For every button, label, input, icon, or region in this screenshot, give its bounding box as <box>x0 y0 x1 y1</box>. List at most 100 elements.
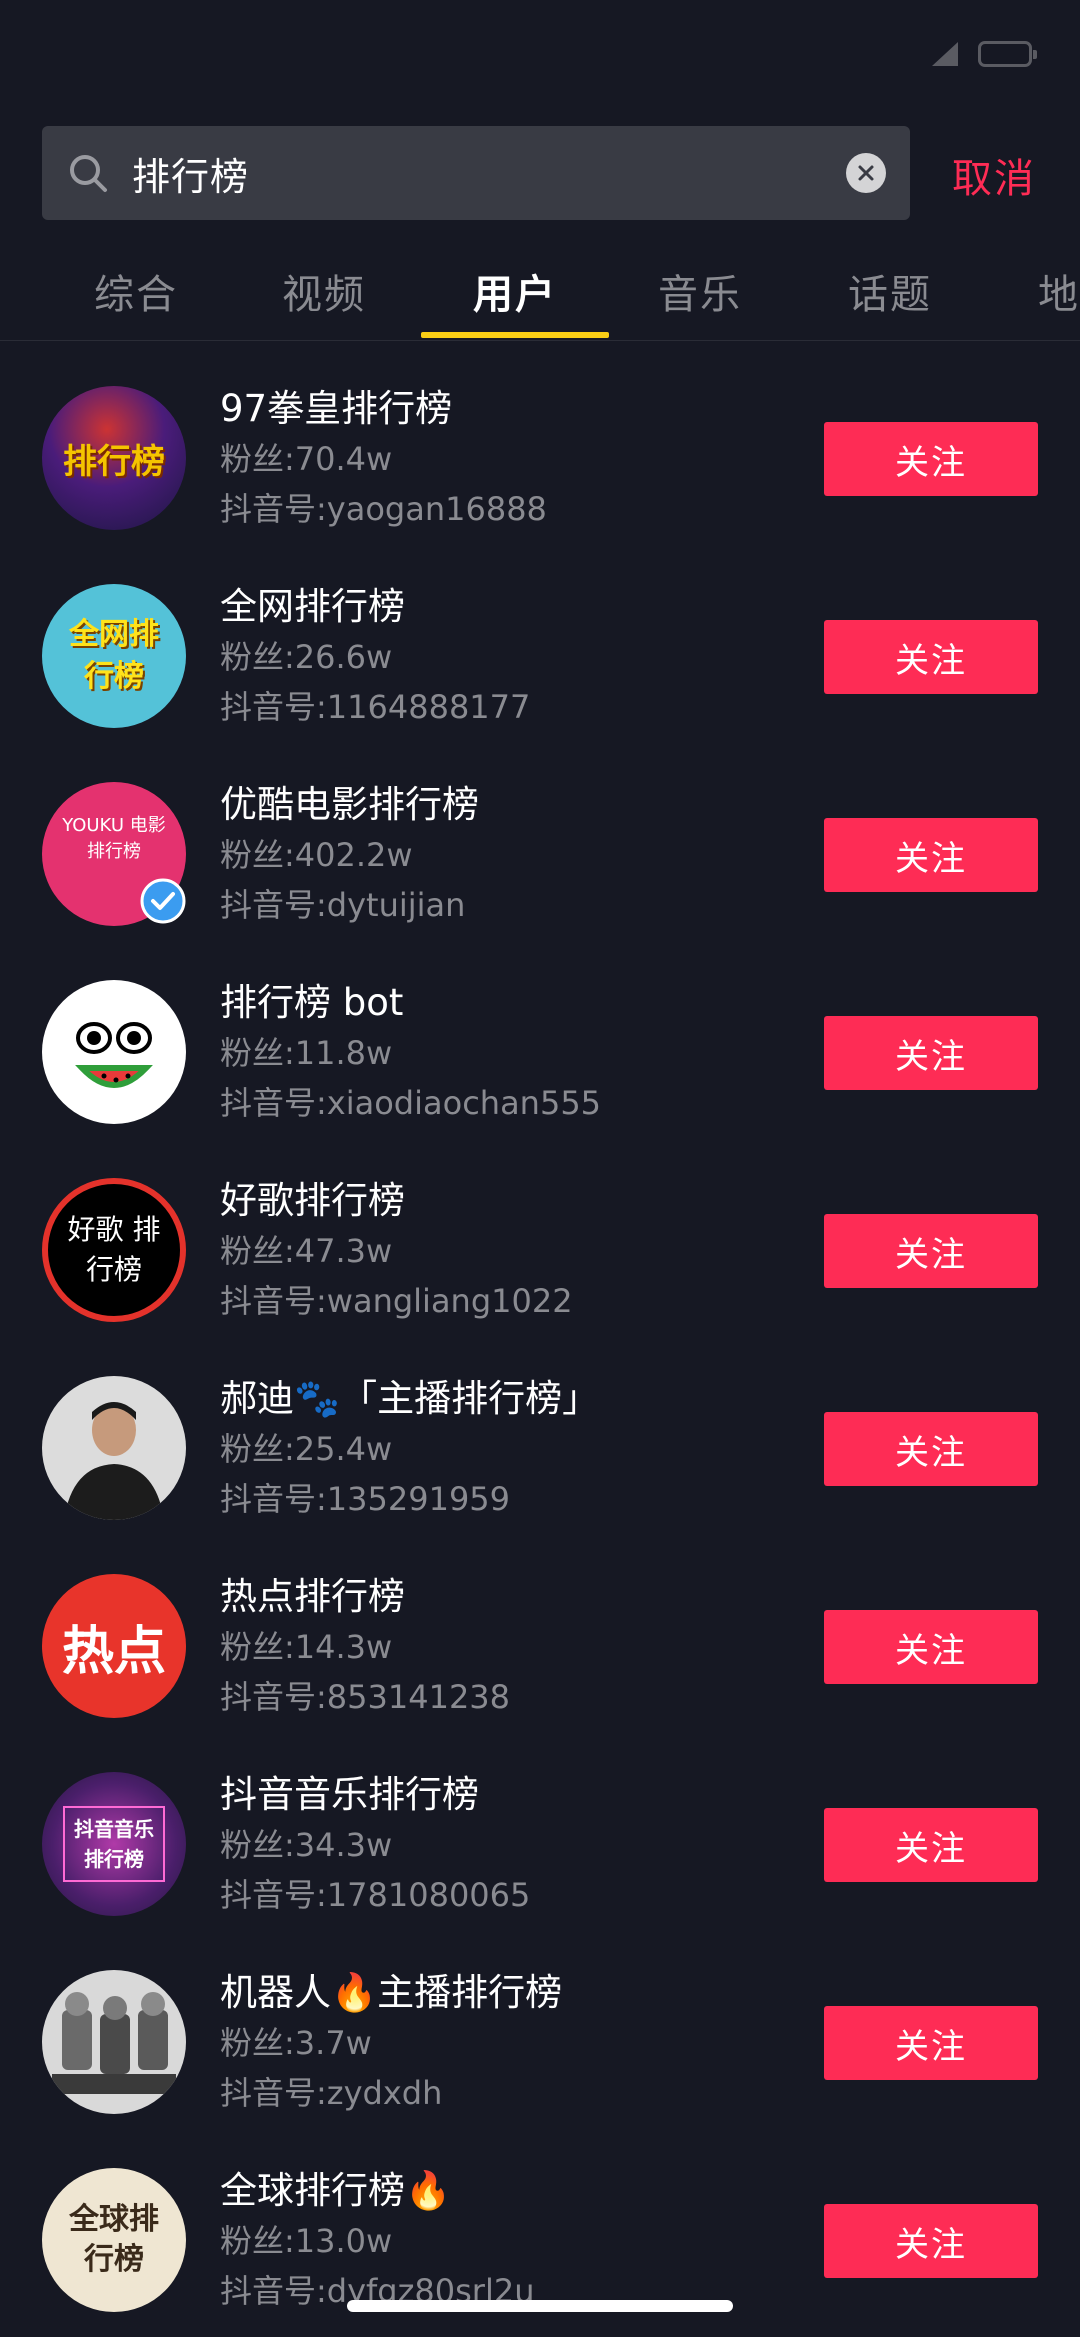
avatar[interactable]: 排行榜 <box>42 386 186 530</box>
user-info: 优酷电影排行榜 粉丝:402.2w 抖音号:dytuijian <box>220 780 479 930</box>
follow-button[interactable]: 关注 <box>824 1016 1038 1090</box>
user-name: 全网排行榜 <box>220 585 405 628</box>
avatar-text: 全球排行榜 <box>69 2202 159 2277</box>
tab-music[interactable]: 音乐 <box>606 262 794 320</box>
user-info: 全球排行榜🔥 粉丝:13.0w 抖音号:dyfgz80srl2u <box>220 2166 535 2316</box>
user-id: 抖音号:zydxdh <box>220 2074 443 2112</box>
avatar[interactable]: 全球排行榜 <box>42 2168 186 2312</box>
user-name: 97拳皇排行榜 <box>220 387 453 430</box>
user-info: 全网排行榜 粉丝:26.6w 抖音号:1164888177 <box>220 582 530 732</box>
tab-topics[interactable]: 话题 <box>796 262 984 320</box>
search-query[interactable]: 排行榜 <box>132 146 846 201</box>
follow-button[interactable]: 关注 <box>824 1214 1038 1288</box>
status-bar <box>0 0 1080 115</box>
signal-icon <box>932 42 958 66</box>
user-id: 抖音号:wangliang1022 <box>220 1282 573 1320</box>
avatar-text: 全网排行榜 <box>69 617 159 694</box>
user-info: 热点排行榜 粉丝:14.3w 抖音号:853141238 <box>220 1572 510 1722</box>
search-input[interactable]: 排行榜 <box>42 126 910 220</box>
search-results-page: 排行榜 取消 综合 视频 用户 音乐 话题 地 排行榜 97拳皇排行榜 粉丝:7… <box>0 0 1080 2337</box>
user-name: 排行榜 bot <box>220 981 404 1024</box>
user-fans: 粉丝:26.6w <box>220 638 393 676</box>
user-name: 郝迪🐾「主播排行榜」 <box>220 1377 600 1420</box>
watermelon-face-icon <box>75 1022 153 1088</box>
avatar[interactable]: 好歌 排行榜 <box>42 1178 186 1322</box>
user-fans: 粉丝:13.0w <box>220 2222 393 2260</box>
tab-users[interactable]: 用户 <box>421 262 609 320</box>
follow-button[interactable]: 关注 <box>824 1808 1038 1882</box>
user-fans: 粉丝:25.4w <box>220 1430 393 1468</box>
user-info: 机器人🔥主播排行榜 粉丝:3.7w 抖音号:zydxdh <box>220 1968 562 2118</box>
user-name: 机器人🔥主播排行榜 <box>220 1971 563 2014</box>
person-photo-icon <box>64 1402 164 1520</box>
user-id: 抖音号:1164888177 <box>220 688 531 726</box>
avatar[interactable]: 热点 <box>42 1574 186 1718</box>
status-icons <box>930 40 1037 68</box>
list-item[interactable]: 机器人🔥主播排行榜 粉丝:3.7w 抖音号:zydxdh 关注 <box>0 1924 1080 2122</box>
list-item[interactable]: 排行榜 97拳皇排行榜 粉丝:70.4w 抖音号:yaogan16888 关注 <box>0 340 1080 538</box>
list-item[interactable]: 热点 热点排行榜 粉丝:14.3w 抖音号:853141238 关注 <box>0 1528 1080 1726</box>
follow-button[interactable]: 关注 <box>824 422 1038 496</box>
avatar-text: 排行榜 <box>63 441 165 482</box>
list-item[interactable]: 郝迪🐾「主播排行榜」 粉丝:25.4w 抖音号:135291959 关注 <box>0 1330 1080 1528</box>
battery-icon <box>978 41 1037 67</box>
avatar-text: YOUKU 电影排行榜 <box>62 815 166 862</box>
user-id: 抖音号:xiaodiaochan555 <box>220 1084 602 1122</box>
follow-button[interactable]: 关注 <box>824 2006 1038 2080</box>
user-fans: 粉丝:3.7w <box>220 2024 372 2062</box>
user-results-list: 排行榜 97拳皇排行榜 粉丝:70.4w 抖音号:yaogan16888 关注 … <box>0 340 1080 2320</box>
user-info: 97拳皇排行榜 粉丝:70.4w 抖音号:yaogan16888 <box>220 384 547 534</box>
user-id: 抖音号:yaogan16888 <box>220 490 547 528</box>
list-item[interactable]: 排行榜 bot 粉丝:11.8w 抖音号:xiaodiaochan555 关注 <box>0 934 1080 1132</box>
home-indicator[interactable] <box>347 2300 733 2312</box>
avatar[interactable]: 抖音音乐 排行榜 <box>42 1772 186 1916</box>
cancel-button[interactable]: 取消 <box>952 146 1036 204</box>
user-id: 抖音号:853141238 <box>220 1678 511 1716</box>
list-item[interactable]: 全球排行榜 全球排行榜🔥 粉丝:13.0w 抖音号:dyfgz80srl2u 关… <box>0 2122 1080 2320</box>
user-fans: 粉丝:402.2w <box>220 836 413 874</box>
active-tab-indicator <box>421 332 609 338</box>
user-fans: 粉丝:14.3w <box>220 1628 393 1666</box>
follow-button[interactable]: 关注 <box>824 620 1038 694</box>
user-name: 全球排行榜🔥 <box>220 2169 452 2212</box>
user-name: 热点排行榜 <box>220 1575 405 1618</box>
search-icon <box>70 155 107 192</box>
list-item[interactable]: 抖音音乐 排行榜 抖音音乐排行榜 粉丝:34.3w 抖音号:1781080065… <box>0 1726 1080 1924</box>
avatar[interactable]: YOUKU 电影排行榜 <box>42 782 186 926</box>
user-fans: 粉丝:34.3w <box>220 1826 393 1864</box>
user-info: 抖音音乐排行榜 粉丝:34.3w 抖音号:1781080065 <box>220 1770 530 1920</box>
avatar[interactable] <box>42 1376 186 1520</box>
tab-videos[interactable]: 视频 <box>230 262 418 320</box>
user-info: 好歌排行榜 粉丝:47.3w 抖音号:wangliang1022 <box>220 1176 573 1326</box>
list-item[interactable]: 好歌 排行榜 好歌排行榜 粉丝:47.3w 抖音号:wangliang1022 … <box>0 1132 1080 1330</box>
user-fans: 粉丝:70.4w <box>220 440 393 478</box>
user-name: 抖音音乐排行榜 <box>220 1773 479 1816</box>
tab-comprehensive[interactable]: 综合 <box>42 262 230 320</box>
list-item[interactable]: 全网排行榜 全网排行榜 粉丝:26.6w 抖音号:1164888177 关注 <box>0 538 1080 736</box>
user-name: 优酷电影排行榜 <box>220 783 479 826</box>
tab-places[interactable]: 地 <box>986 262 1080 320</box>
avatar-text: 抖音音乐 排行榜 <box>63 1806 165 1882</box>
user-id: 抖音号:1781080065 <box>220 1876 531 1914</box>
user-fans: 粉丝:11.8w <box>220 1034 393 1072</box>
user-id: 抖音号:135291959 <box>220 1480 511 1518</box>
follow-button[interactable]: 关注 <box>824 1610 1038 1684</box>
category-tabs: 综合 视频 用户 音乐 话题 地 <box>0 240 1080 341</box>
user-info: 排行榜 bot 粉丝:11.8w 抖音号:xiaodiaochan555 <box>220 978 601 1128</box>
user-fans: 粉丝:47.3w <box>220 1232 393 1270</box>
user-id: 抖音号:dytuijian <box>220 886 466 924</box>
user-info: 郝迪🐾「主播排行榜」 粉丝:25.4w 抖音号:135291959 <box>220 1374 599 1524</box>
avatar-text: 热点 <box>61 1621 166 1682</box>
follow-button[interactable]: 关注 <box>824 1412 1038 1486</box>
avatar[interactable] <box>42 1970 186 2114</box>
avatar-text: 好歌 排行榜 <box>67 1213 161 1286</box>
avatar[interactable]: 全网排行榜 <box>42 584 186 728</box>
follow-button[interactable]: 关注 <box>824 2204 1038 2278</box>
verified-badge-icon <box>140 878 186 924</box>
robots-photo-icon <box>52 1992 176 2094</box>
list-item[interactable]: YOUKU 电影排行榜 优酷电影排行榜 粉丝:402.2w 抖音号:dytuij… <box>0 736 1080 934</box>
follow-button[interactable]: 关注 <box>824 818 1038 892</box>
user-name: 好歌排行榜 <box>220 1179 405 1222</box>
clear-search-icon[interactable] <box>846 153 886 193</box>
avatar[interactable] <box>42 980 186 1124</box>
